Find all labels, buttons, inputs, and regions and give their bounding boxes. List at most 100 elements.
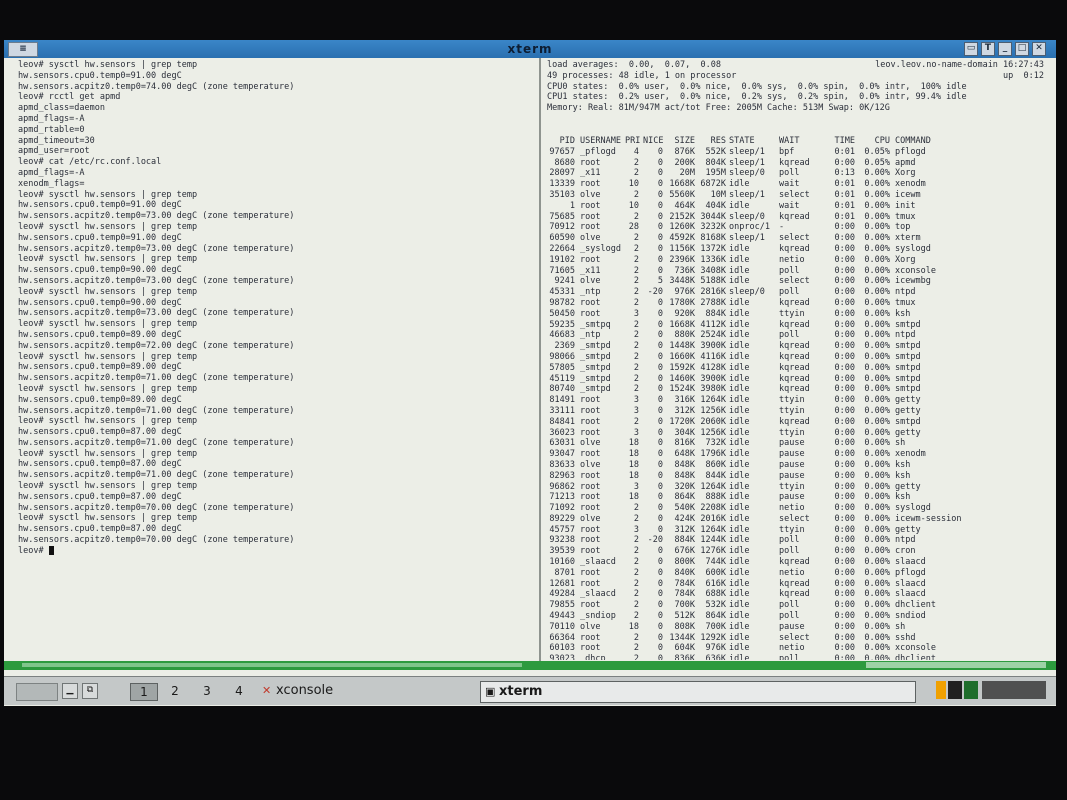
pane-divider[interactable] <box>539 58 541 662</box>
process-cell: 0 <box>657 362 663 373</box>
process-cell: idle <box>729 449 750 460</box>
process-cell: poll <box>779 654 800 660</box>
process-cell: 0:00 <box>834 384 855 395</box>
process-cell: olve <box>580 276 601 287</box>
process-cell: 2 <box>633 265 639 276</box>
process-cell: top <box>895 222 911 233</box>
process-cell: 0.05% <box>864 146 890 157</box>
process-cell: 1660K <box>669 351 695 362</box>
process-cell: smtpd <box>895 384 921 395</box>
process-cell: pflogd <box>895 567 926 578</box>
cpu-monitor-icon[interactable] <box>948 681 962 699</box>
process-cell: getty <box>895 524 921 535</box>
process-cell: 0:00 <box>834 416 855 427</box>
process-cell: 0.00% <box>864 319 890 330</box>
process-cell: root <box>580 222 601 233</box>
terminal-line: xenodm_flags= <box>18 178 85 189</box>
workspace-1[interactable]: 1 <box>130 683 158 701</box>
process-cell: 0:00 <box>834 222 855 233</box>
process-cell: 2 <box>633 632 639 643</box>
process-cell: kqread <box>779 384 810 395</box>
process-cell: syslogd <box>895 243 931 254</box>
process-cell: 0.05% <box>864 157 890 168</box>
terminal-icon: ▣ <box>485 685 496 698</box>
clock[interactable] <box>982 681 1046 699</box>
task-xconsole[interactable]: ✕ xconsole <box>258 681 462 701</box>
workspace-3[interactable]: 3 <box>194 683 220 699</box>
process-cell: idle <box>729 470 750 481</box>
process-row: 19102 root 2 0 2396K 1336K idle netio 0:00 0.00% X… <box>547 255 1052 266</box>
terminal-left-pane[interactable]: leov# sysctl hw.sensors | grep temp hw.se… <box>18 60 533 660</box>
terminal-prompt-line[interactable]: leov# <box>18 545 533 557</box>
process-row: 63031 olve 18 0 816K 732K idle pause 0:00 0.00% sh <box>547 438 1052 449</box>
show-desktop-icon[interactable]: ▁ <box>62 683 78 699</box>
terminal-right-pane[interactable]: load averages: 0.00, 0.07, 0.08 49 proce… <box>547 60 1052 660</box>
process-cell: 0:00 <box>834 470 855 481</box>
pin-icon[interactable]: T <box>981 42 995 56</box>
process-cell: 2 <box>633 589 639 600</box>
process-cell: 18 <box>628 438 639 449</box>
process-cell: _pflogd <box>580 146 616 157</box>
process-cell: 2788K <box>700 297 726 308</box>
process-cell: root <box>580 416 601 427</box>
process-row: 46683 _ntp 2 0 880K 2524K idle poll 0:00 0.00% ntp… <box>547 330 1052 341</box>
process-cell: 82963 <box>549 470 575 481</box>
process-cell: sndiod <box>895 611 926 622</box>
process-cell: root <box>580 405 601 416</box>
process-cell: 18 <box>628 459 639 470</box>
process-cell: 0 <box>657 449 663 460</box>
terminal-line: apmd_user=root <box>18 146 90 157</box>
process-cell: Xorg <box>895 168 916 179</box>
start-menu-button[interactable] <box>16 683 58 701</box>
process-cell: 98066 <box>549 351 575 362</box>
column-header: PID <box>559 136 575 146</box>
process-cell: 0.00% <box>864 438 890 449</box>
minimize-icon[interactable]: _ <box>998 42 1012 56</box>
process-cell: 0:00 <box>834 297 855 308</box>
close-icon[interactable]: ✕ <box>1032 42 1046 56</box>
terminal-line: hw.sensors.cpu0.temp0=89.00 degC <box>18 329 182 340</box>
process-cell: 83633 <box>549 459 575 470</box>
process-cell: 20M <box>679 168 695 179</box>
process-cell: 0 <box>657 492 663 503</box>
process-cell: 0 <box>657 416 663 427</box>
process-cell: 0.00% <box>864 265 890 276</box>
maximize-icon[interactable]: □ <box>1015 42 1029 56</box>
process-cell: 13339 <box>549 179 575 190</box>
process-cell: sleep/0 <box>729 287 765 298</box>
terminal-line: hw.sensors.acpitz0.temp0=73.00 degC (zon… <box>18 275 295 286</box>
process-cell: 1 <box>569 200 575 211</box>
terminal-line: hw.sensors.cpu0.temp0=91.00 degC <box>18 232 182 243</box>
process-cell: _slaacd <box>580 557 616 568</box>
process-cell: 2 <box>633 287 639 298</box>
rollup-icon[interactable]: ▭ <box>964 42 978 56</box>
window-titlebar[interactable]: ≡ xterm ▭ T _ □ ✕ <box>4 40 1056 58</box>
process-cell: root <box>580 395 601 406</box>
process-cell: 0.00% <box>864 384 890 395</box>
workspace-2[interactable]: 2 <box>162 683 188 699</box>
process-cell: pause <box>779 470 805 481</box>
host-clock: leov.leov.no-name-domain 16:27:43 up 0:1… <box>875 60 1044 82</box>
window-list-icon[interactable]: ⧉ <box>82 683 98 699</box>
process-cell: 0:01 <box>834 200 855 211</box>
terminal-line: hw.sensors.acpitz0.temp0=73.00 degC (zon… <box>18 308 295 319</box>
process-cell: 3980K <box>700 384 726 395</box>
process-cell: 0 <box>657 330 663 341</box>
process-cell: idle <box>729 362 750 373</box>
terminal-line: hw.sensors.cpu0.temp0=90.00 degC <box>18 265 182 276</box>
battery-icon[interactable] <box>936 681 946 699</box>
process-cell: root <box>580 308 601 319</box>
process-cell: init <box>895 200 916 211</box>
process-cell: root <box>580 632 601 643</box>
process-cell: poll <box>779 546 800 557</box>
process-cell: 732K <box>705 438 726 449</box>
process-cell: 700K <box>705 621 726 632</box>
process-cell: 880K <box>674 330 695 341</box>
workspace-4[interactable]: 4 <box>226 683 252 699</box>
process-cell: idle <box>729 395 750 406</box>
network-monitor-icon[interactable] <box>964 681 978 699</box>
task-xterm[interactable]: ▣ xterm <box>480 681 916 703</box>
process-cell: root <box>580 157 601 168</box>
process-row: 10160 _slaacd 2 0 800K 744K idle kqread 0:00 0.00… <box>547 557 1052 568</box>
process-cell: pause <box>779 621 805 632</box>
